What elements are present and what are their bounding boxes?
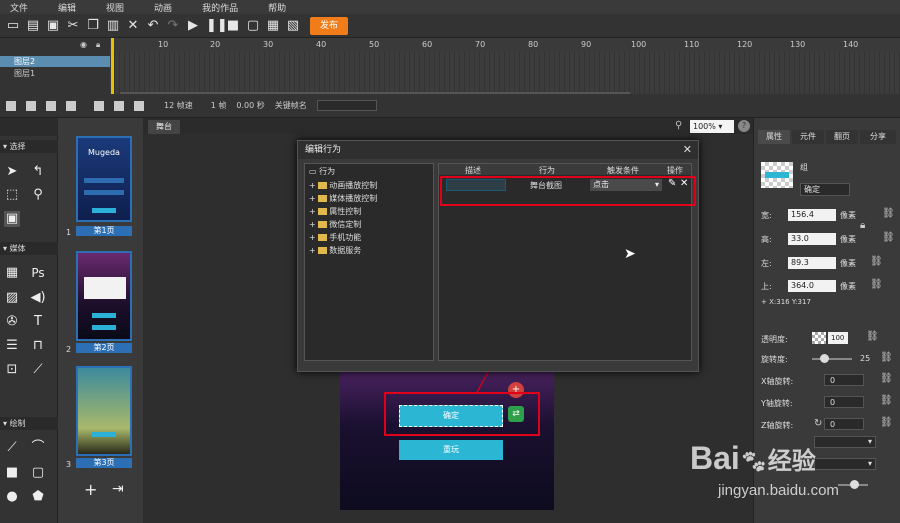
- tree-item[interactable]: + 动画播放控制: [309, 180, 377, 191]
- watermark-brand2: 经验: [767, 448, 816, 475]
- height-input[interactable]: 33.0: [788, 233, 836, 245]
- tree-item-label: 属性控制: [329, 207, 362, 216]
- element-type: 组: [800, 163, 808, 172]
- opacity-label: 透明度:: [761, 335, 788, 344]
- link-icon[interactable]: ⛓: [870, 279, 883, 290]
- tree-item-label: 动画播放控制: [329, 181, 378, 190]
- tab-share[interactable]: 分享: [860, 130, 896, 144]
- preview-shape: [765, 172, 789, 178]
- y-rotation-label: Y轴旋转:: [761, 399, 793, 408]
- aspect-lock-icon[interactable]: 🔒︎: [860, 220, 865, 231]
- grid-header: 描述 行为 触发条件 操作: [439, 164, 691, 175]
- trigger-select[interactable]: 点击 ▾: [590, 179, 662, 191]
- top-input[interactable]: 364.0: [788, 280, 836, 292]
- behavior-tree: ▭ 行为 + 动画播放控制 + 媒体播放控制 + 属性控制 + 微信定制 + 手…: [304, 163, 434, 361]
- rotation-slider[interactable]: [812, 358, 852, 360]
- tree-item[interactable]: + 数据服务: [309, 245, 361, 256]
- column-operation: 操作: [667, 166, 683, 175]
- watermark-url: jingyan.baidu.com: [718, 482, 839, 499]
- tree-item[interactable]: + 媒体播放控制: [309, 193, 377, 204]
- tree-item-label: 微信定制: [329, 220, 362, 229]
- folder-icon: [318, 247, 328, 254]
- link-icon[interactable]: ⛓: [882, 208, 895, 219]
- extra-slider-handle[interactable]: [850, 480, 859, 489]
- width-input[interactable]: 156.4: [788, 209, 836, 221]
- folder-icon: [318, 221, 328, 228]
- dialog-title: 编辑行为: [298, 141, 698, 159]
- coords-readout: + X:316 Y:317: [761, 298, 811, 306]
- column-description: 描述: [465, 166, 481, 175]
- folder-icon: [318, 234, 328, 241]
- tab-symbols[interactable]: 元件: [792, 130, 824, 144]
- watermark-brand: Bai: [690, 440, 740, 476]
- rotation-value: 25: [860, 354, 871, 363]
- tree-item-label: 媒体播放控制: [329, 194, 378, 203]
- tree-item[interactable]: + 属性控制: [309, 206, 361, 217]
- element-preview: [761, 162, 793, 188]
- watermark-logo: Bai🐾︎经验: [690, 440, 816, 477]
- top-unit: 像素: [840, 282, 856, 291]
- editor-window: 文件 编辑 视图 动画 我的作品 帮助 ▭ ▤ ▣ ✂ ❐ ▥ ✕ ↶ ↷ ▶ …: [0, 0, 900, 523]
- action-cell: 舞台截图: [530, 181, 562, 190]
- opacity-input[interactable]: 100: [828, 332, 848, 344]
- column-action: 行为: [539, 166, 555, 175]
- blend-select[interactable]: ▾: [814, 436, 876, 448]
- top-label: 上:: [761, 282, 772, 291]
- link-icon[interactable]: ⛓: [866, 331, 879, 342]
- x-rotation-input[interactable]: 0: [824, 374, 864, 386]
- height-label: 高:: [761, 235, 772, 244]
- tree-root[interactable]: ▭ 行为: [309, 166, 335, 177]
- column-trigger: 触发条件: [607, 166, 639, 175]
- tab-page-turn[interactable]: 翻页: [826, 130, 858, 144]
- tree-root-label: 行为: [319, 167, 336, 176]
- link-icon[interactable]: ⛓: [880, 395, 893, 406]
- edit-behavior-dialog: 编辑行为 ✕ ▭ 行为 + 动画播放控制 + 媒体播放控制 + 属性控制 + 微…: [297, 140, 699, 372]
- link-icon[interactable]: ⛓: [880, 352, 893, 363]
- folder-icon: [318, 195, 328, 202]
- left-label: 左:: [761, 259, 772, 268]
- tree-item-label: 数据服务: [329, 246, 362, 255]
- tree-item[interactable]: + 微信定制: [309, 219, 361, 230]
- mouse-cursor-icon: ➤: [624, 246, 636, 262]
- trigger-value: 点击: [593, 180, 609, 189]
- link-icon[interactable]: ⛓: [880, 417, 893, 428]
- tree-item[interactable]: + 手机功能: [309, 232, 361, 243]
- width-label: 宽:: [761, 211, 772, 220]
- paw-icon: 🐾︎: [739, 449, 768, 474]
- close-icon[interactable]: ✕: [683, 143, 692, 156]
- opacity-swatch: [812, 332, 826, 344]
- z-rotation-input[interactable]: 0: [824, 418, 864, 430]
- width-unit: 像素: [840, 211, 856, 220]
- element-name-input[interactable]: 确定: [800, 183, 850, 196]
- table-row[interactable]: 舞台截图 点击 ▾ ✎ ✕: [442, 178, 688, 192]
- folder-icon: [318, 182, 328, 189]
- description-input[interactable]: [446, 179, 506, 191]
- tree-item-label: 手机功能: [329, 233, 362, 242]
- filter-select[interactable]: ▾: [814, 458, 876, 470]
- z-rotation-label: Z轴旋转:: [761, 421, 794, 430]
- left-input[interactable]: 89.3: [788, 257, 836, 269]
- delete-row-icon[interactable]: ✕: [680, 178, 688, 189]
- link-icon[interactable]: ⛓: [882, 232, 895, 243]
- folder-icon: [318, 208, 328, 215]
- left-unit: 像素: [840, 259, 856, 268]
- x-rotation-label: X轴旋转:: [761, 377, 794, 386]
- tab-properties[interactable]: 属性: [758, 130, 790, 144]
- rotation-label: 旋转度:: [761, 355, 788, 364]
- height-unit: 像素: [840, 235, 856, 244]
- link-icon[interactable]: ⛓: [870, 256, 883, 267]
- y-rotation-input[interactable]: 0: [824, 396, 864, 408]
- rotation-slider-handle[interactable]: [820, 354, 829, 363]
- link-icon[interactable]: ⛓: [880, 373, 893, 384]
- behavior-grid: 描述 行为 触发条件 操作 舞台截图 点击 ▾ ✎ ✕: [438, 163, 696, 361]
- rotate-icon[interactable]: ↻: [814, 418, 822, 429]
- edit-icon[interactable]: ✎: [668, 178, 676, 189]
